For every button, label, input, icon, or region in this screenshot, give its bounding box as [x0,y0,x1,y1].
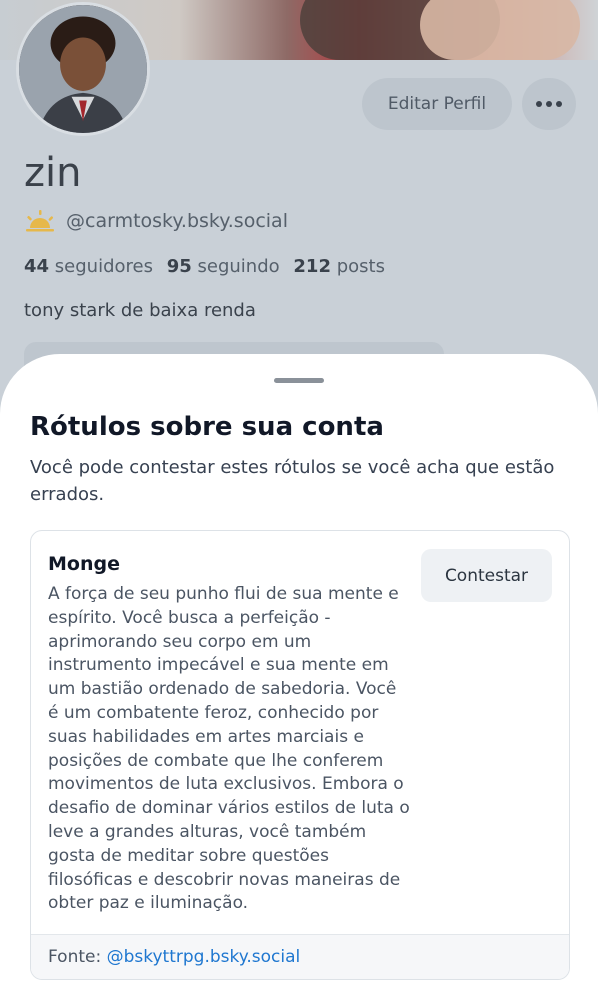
following-stat[interactable]: 95 seguindo [167,256,280,277]
posts-stat: 212 posts [293,256,385,277]
source-prefix: Fonte: [48,947,102,967]
following-count: 95 [166,256,192,277]
more-horizontal-icon [546,101,552,107]
source-link[interactable]: @bskyttrpg.bsky.social [107,947,301,967]
avatar[interactable] [16,2,150,136]
banner-image-shape [420,0,580,60]
handle-row: @carmtosky.bsky.social [24,208,288,234]
profile-stats: 44 seguidores 95 seguindo 212 posts [24,256,385,277]
posts-count: 212 [293,256,331,277]
label-name: Monge [48,553,120,575]
followers-label: seguidores [54,256,153,277]
posts-label: posts [336,256,385,277]
edit-profile-button[interactable]: Editar Perfil [362,78,512,130]
label-source: Fonte: @bskyttrpg.bsky.social [31,934,569,979]
label-description: A força de seu punho flui de sua mente e… [48,584,410,914]
sheet-drag-handle[interactable] [274,378,324,383]
more-horizontal-icon [556,101,562,107]
more-options-button[interactable] [522,78,576,130]
followers-count: 44 [24,256,50,277]
followers-stat[interactable]: 44 seguidores [24,256,153,277]
contest-button[interactable]: Contestar [421,549,552,602]
profile-bio: tony stark de baixa renda [24,300,256,321]
sheet-title: Rótulos sobre sua conta [30,412,384,442]
display-name: zin [24,150,82,196]
following-label: seguindo [197,256,280,277]
avatar-image [19,5,147,133]
labels-bottom-sheet: Rótulos sobre sua conta Você pode contes… [0,354,598,1000]
label-card: Monge Contestar A força de seu punho flu… [30,530,570,980]
sheet-subtitle: Você pode contestar estes rótulos se voc… [30,457,555,505]
sunrise-icon [26,210,54,232]
profile-handle[interactable]: @carmtosky.bsky.social [66,210,288,232]
more-horizontal-icon [536,101,542,107]
